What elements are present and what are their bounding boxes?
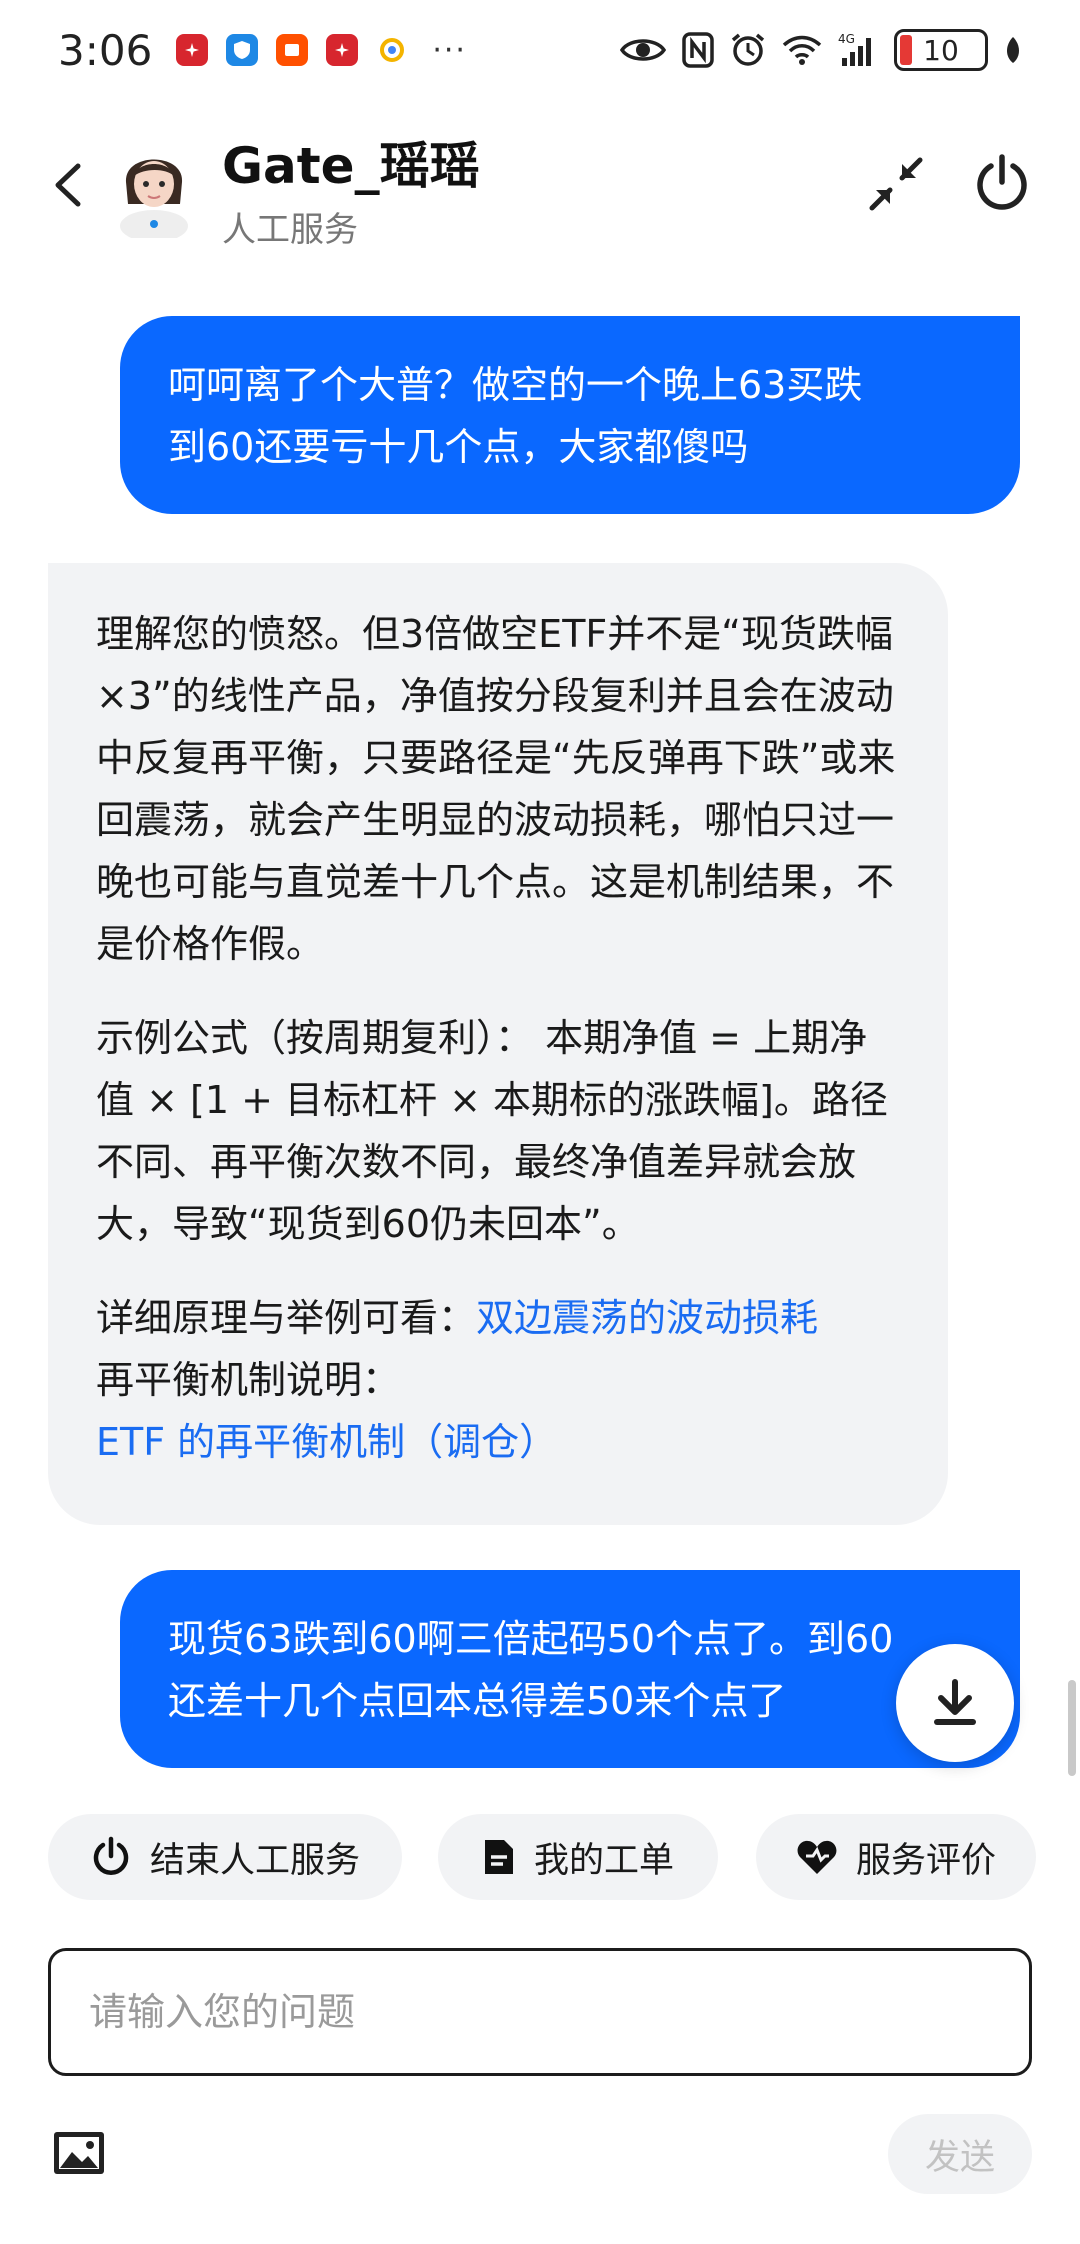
svg-text:4G: 4G (838, 32, 855, 46)
leaf-icon (1007, 37, 1019, 63)
scroll-to-bottom-button[interactable] (896, 1644, 1014, 1762)
image-upload-icon[interactable] (52, 2130, 106, 2176)
huawei-app-icon (326, 34, 359, 66)
end-service-label: 结束人工服务 (149, 1840, 360, 1881)
agent-message: 理解您的愤怒。但3倍做空ETF并不是“现货跌幅×3”的线性产品，净值按分段复利并… (48, 563, 948, 1525)
signal-icon: 4G (838, 32, 871, 66)
agent-name: Gate_瑶瑶 (222, 137, 480, 195)
notification-icons: ··· (176, 33, 467, 68)
send-button[interactable]: 发送 (888, 2114, 1032, 2194)
send-label: 发送 (924, 2137, 995, 2178)
clock: 3:06 (58, 25, 153, 75)
message-line: 呵呵离了个大普？做空的一个晚上63买跌 (168, 363, 863, 407)
volatility-decay-link[interactable]: 双边震荡的波动损耗 (476, 1296, 818, 1340)
user-message: 现货63跌到60啊三倍起码50个点了。到60 还差十几个点回本总得差50来个点了 (120, 1570, 1020, 1768)
document-icon (484, 1840, 513, 1874)
scrollbar[interactable] (1068, 1680, 1076, 1776)
battery-indicator: 10 (894, 29, 988, 71)
my-tickets-label: 我的工单 (533, 1840, 674, 1881)
user-message: 呵呵离了个大普？做空的一个晚上63买跌 到60还要亏十几个点，大家都傻吗 (120, 316, 1020, 514)
rate-service-label: 服务评价 (855, 1840, 996, 1881)
agent-paragraph: 示例公式（按周期复利）： 本期净值 = 上期净值 × [1 + 目标杠杆 × 本… (96, 1016, 888, 1246)
back-arrow-icon[interactable] (48, 160, 88, 210)
more-notifications: ··· (432, 32, 467, 68)
message-line: 现货63跌到60啊三倍起码50个点了。到60 (168, 1617, 894, 1661)
taobao-app-icon (276, 34, 309, 66)
nfc-icon (682, 32, 714, 68)
agent-paragraph: 理解您的愤怒。但3倍做空ETF并不是“现货跌幅×3”的线性产品，净值按分段复利并… (96, 612, 896, 966)
power-icon[interactable] (972, 152, 1032, 212)
alarm-icon (731, 33, 765, 66)
status-bar: 3:06 ··· 4G 10 (0, 0, 1080, 100)
question-input-box[interactable] (48, 1948, 1032, 2076)
agent-status: 人工服务 (222, 210, 358, 250)
links-label: 详细原理与举例可看： (96, 1296, 477, 1340)
battery-level: 10 (923, 33, 959, 67)
heart-icon (797, 1840, 837, 1874)
agent-links-paragraph: 详细原理与举例可看：双边震荡的波动损耗 再平衡机制说明： ETF 的再平衡机制（… (96, 1287, 900, 1473)
eye-icon (620, 39, 666, 61)
wifi-icon (782, 35, 822, 65)
question-input[interactable] (89, 1990, 991, 2034)
end-service-button[interactable]: 结束人工服务 (48, 1814, 402, 1900)
message-line: 还差十几个点回本总得差50来个点了 (168, 1679, 787, 1723)
my-tickets-button[interactable]: 我的工单 (438, 1814, 718, 1900)
chat-screen: 3:06 ··· 4G 10 Gate_瑶瑶 人工服务 呵呵离了个大普？做空的一… (0, 0, 1080, 2244)
browser-app-icon (376, 34, 408, 66)
download-icon (934, 1679, 976, 1725)
power-icon (93, 1836, 129, 1875)
agent-avatar (120, 159, 188, 238)
chat-header: Gate_瑶瑶 人工服务 (0, 110, 1080, 260)
links-label: 再平衡机制说明： (96, 1358, 401, 1402)
rebalance-mechanism-link[interactable]: ETF 的再平衡机制（调仓） (96, 1420, 557, 1464)
minimize-icon[interactable] (868, 156, 924, 212)
message-line: 到60还要亏十几个点，大家都傻吗 (168, 425, 749, 469)
huawei-app-icon (176, 34, 209, 66)
system-icons: 4G 10 (620, 29, 1022, 71)
shield-app-icon (226, 34, 259, 66)
rate-service-button[interactable]: 服务评价 (756, 1814, 1036, 1900)
